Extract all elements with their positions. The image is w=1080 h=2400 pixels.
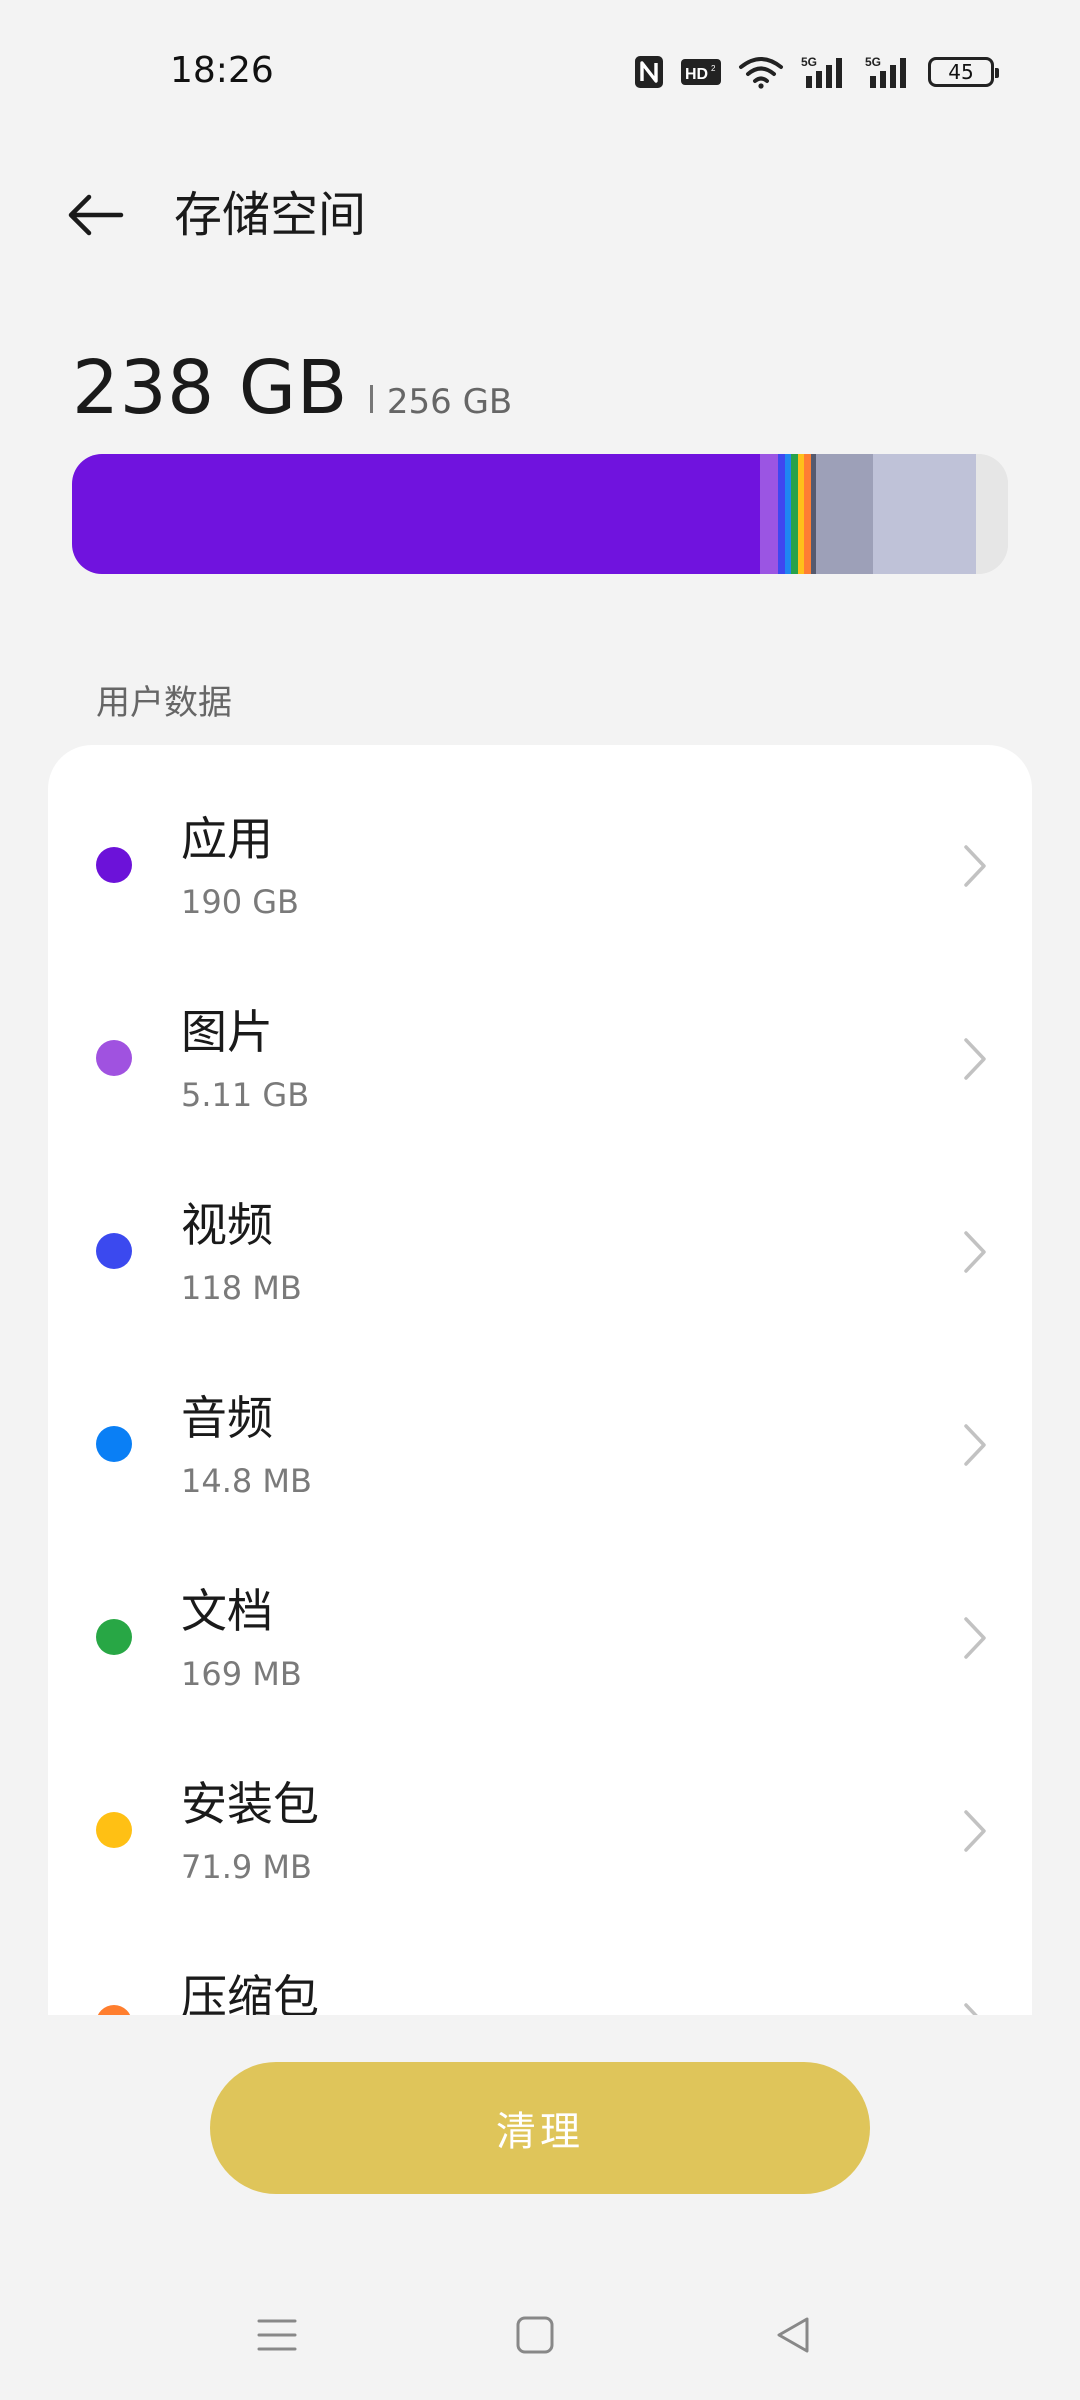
used-storage: 238 GB (72, 345, 348, 431)
storage-segment (872, 454, 976, 574)
category-name: 应用 (181, 812, 273, 866)
clean-button[interactable]: 清理 (210, 2062, 870, 2194)
svg-text:HD: HD (685, 66, 708, 83)
category-name: 图片 (181, 1005, 273, 1059)
storage-summary: 238 GB 256 GB (72, 345, 512, 431)
status-icons: HD 2 5G 5G 45 (634, 52, 999, 92)
nav-back-button[interactable] (748, 2290, 838, 2380)
category-name: 文档 (181, 1584, 273, 1638)
chevron-right-icon (964, 1231, 986, 1273)
category-size: 14.8 MB (181, 1462, 312, 1500)
svg-text:2: 2 (711, 64, 716, 73)
list-item-apps[interactable]: 应用 190 GB (48, 745, 1032, 938)
network-label: 5G (865, 55, 881, 69)
section-label: 用户数据 (96, 683, 232, 723)
total-storage: 256 GB (386, 382, 513, 422)
category-name: 压缩包 (181, 1970, 319, 2015)
category-name: 安装包 (181, 1777, 319, 1831)
back-button[interactable] (58, 182, 132, 248)
battery-level: 45 (948, 60, 974, 84)
category-size: 118 MB (181, 1269, 302, 1307)
chevron-right-icon (964, 1617, 986, 1659)
header: 存储空间 (0, 160, 1080, 270)
divider (369, 385, 373, 413)
nfc-icon (634, 55, 664, 89)
color-dot (96, 2005, 132, 2015)
arrow-left-icon (68, 194, 124, 236)
storage-screen: 18:26 HD 2 5G 5G 45 存储空间 238 GB 256 GB 用… (0, 0, 1080, 2400)
nav-home-button[interactable] (490, 2290, 580, 2380)
chevron-right-icon (964, 1038, 986, 1080)
signal-5g-icon: 5G (864, 54, 912, 90)
storage-segment (975, 454, 1008, 574)
status-time: 18:26 (170, 50, 274, 91)
category-name: 视频 (181, 1198, 273, 1252)
category-size: 71.9 MB (181, 1848, 312, 1886)
home-icon (516, 2316, 554, 2354)
category-size: 169 MB (181, 1655, 302, 1693)
chevron-right-icon (964, 1810, 986, 1852)
list-item-videos[interactable]: 视频 118 MB (48, 1131, 1032, 1324)
color-dot (96, 1426, 132, 1462)
storage-segment (816, 454, 873, 574)
wifi-icon (738, 55, 784, 89)
category-name: 音频 (181, 1391, 273, 1445)
chevron-right-icon (964, 845, 986, 887)
status-bar: 18:26 HD 2 5G 5G 45 (0, 0, 1080, 140)
storage-segment (72, 454, 760, 574)
list-item-packages[interactable]: 安装包 71.9 MB (48, 1710, 1032, 1903)
list-item-documents[interactable]: 文档 169 MB (48, 1517, 1032, 1710)
color-dot (96, 1619, 132, 1655)
category-size: 190 GB (181, 883, 299, 921)
color-dot (96, 1040, 132, 1076)
list-item-images[interactable]: 图片 5.11 GB (48, 938, 1032, 1131)
list-item-audio[interactable]: 音频 14.8 MB (48, 1324, 1032, 1517)
list-item-archives[interactable]: 压缩包 (48, 1903, 1032, 2015)
storage-usage-bar (72, 454, 1008, 574)
signal-5g-icon: 5G (800, 54, 848, 90)
battery-icon: 45 (928, 57, 999, 87)
color-dot (96, 847, 132, 883)
page-title: 存储空间 (174, 187, 367, 243)
back-icon (777, 2317, 809, 2353)
chevron-right-icon (964, 1424, 986, 1466)
storage-segment (759, 454, 779, 574)
menu-icon (257, 2319, 297, 2351)
color-dot (96, 1233, 132, 1269)
nav-menu-button[interactable] (232, 2290, 322, 2380)
chevron-right-icon (964, 2003, 978, 2015)
navigation-bar (0, 2290, 1080, 2380)
category-list: 应用 190 GB 图片 5.11 GB 视频 118 MB 音频 14.8 M… (48, 745, 1032, 2015)
color-dot (96, 1812, 132, 1848)
hd-icon: HD 2 (680, 57, 722, 87)
category-size: 5.11 GB (181, 1076, 310, 1114)
network-label: 5G (801, 55, 817, 69)
